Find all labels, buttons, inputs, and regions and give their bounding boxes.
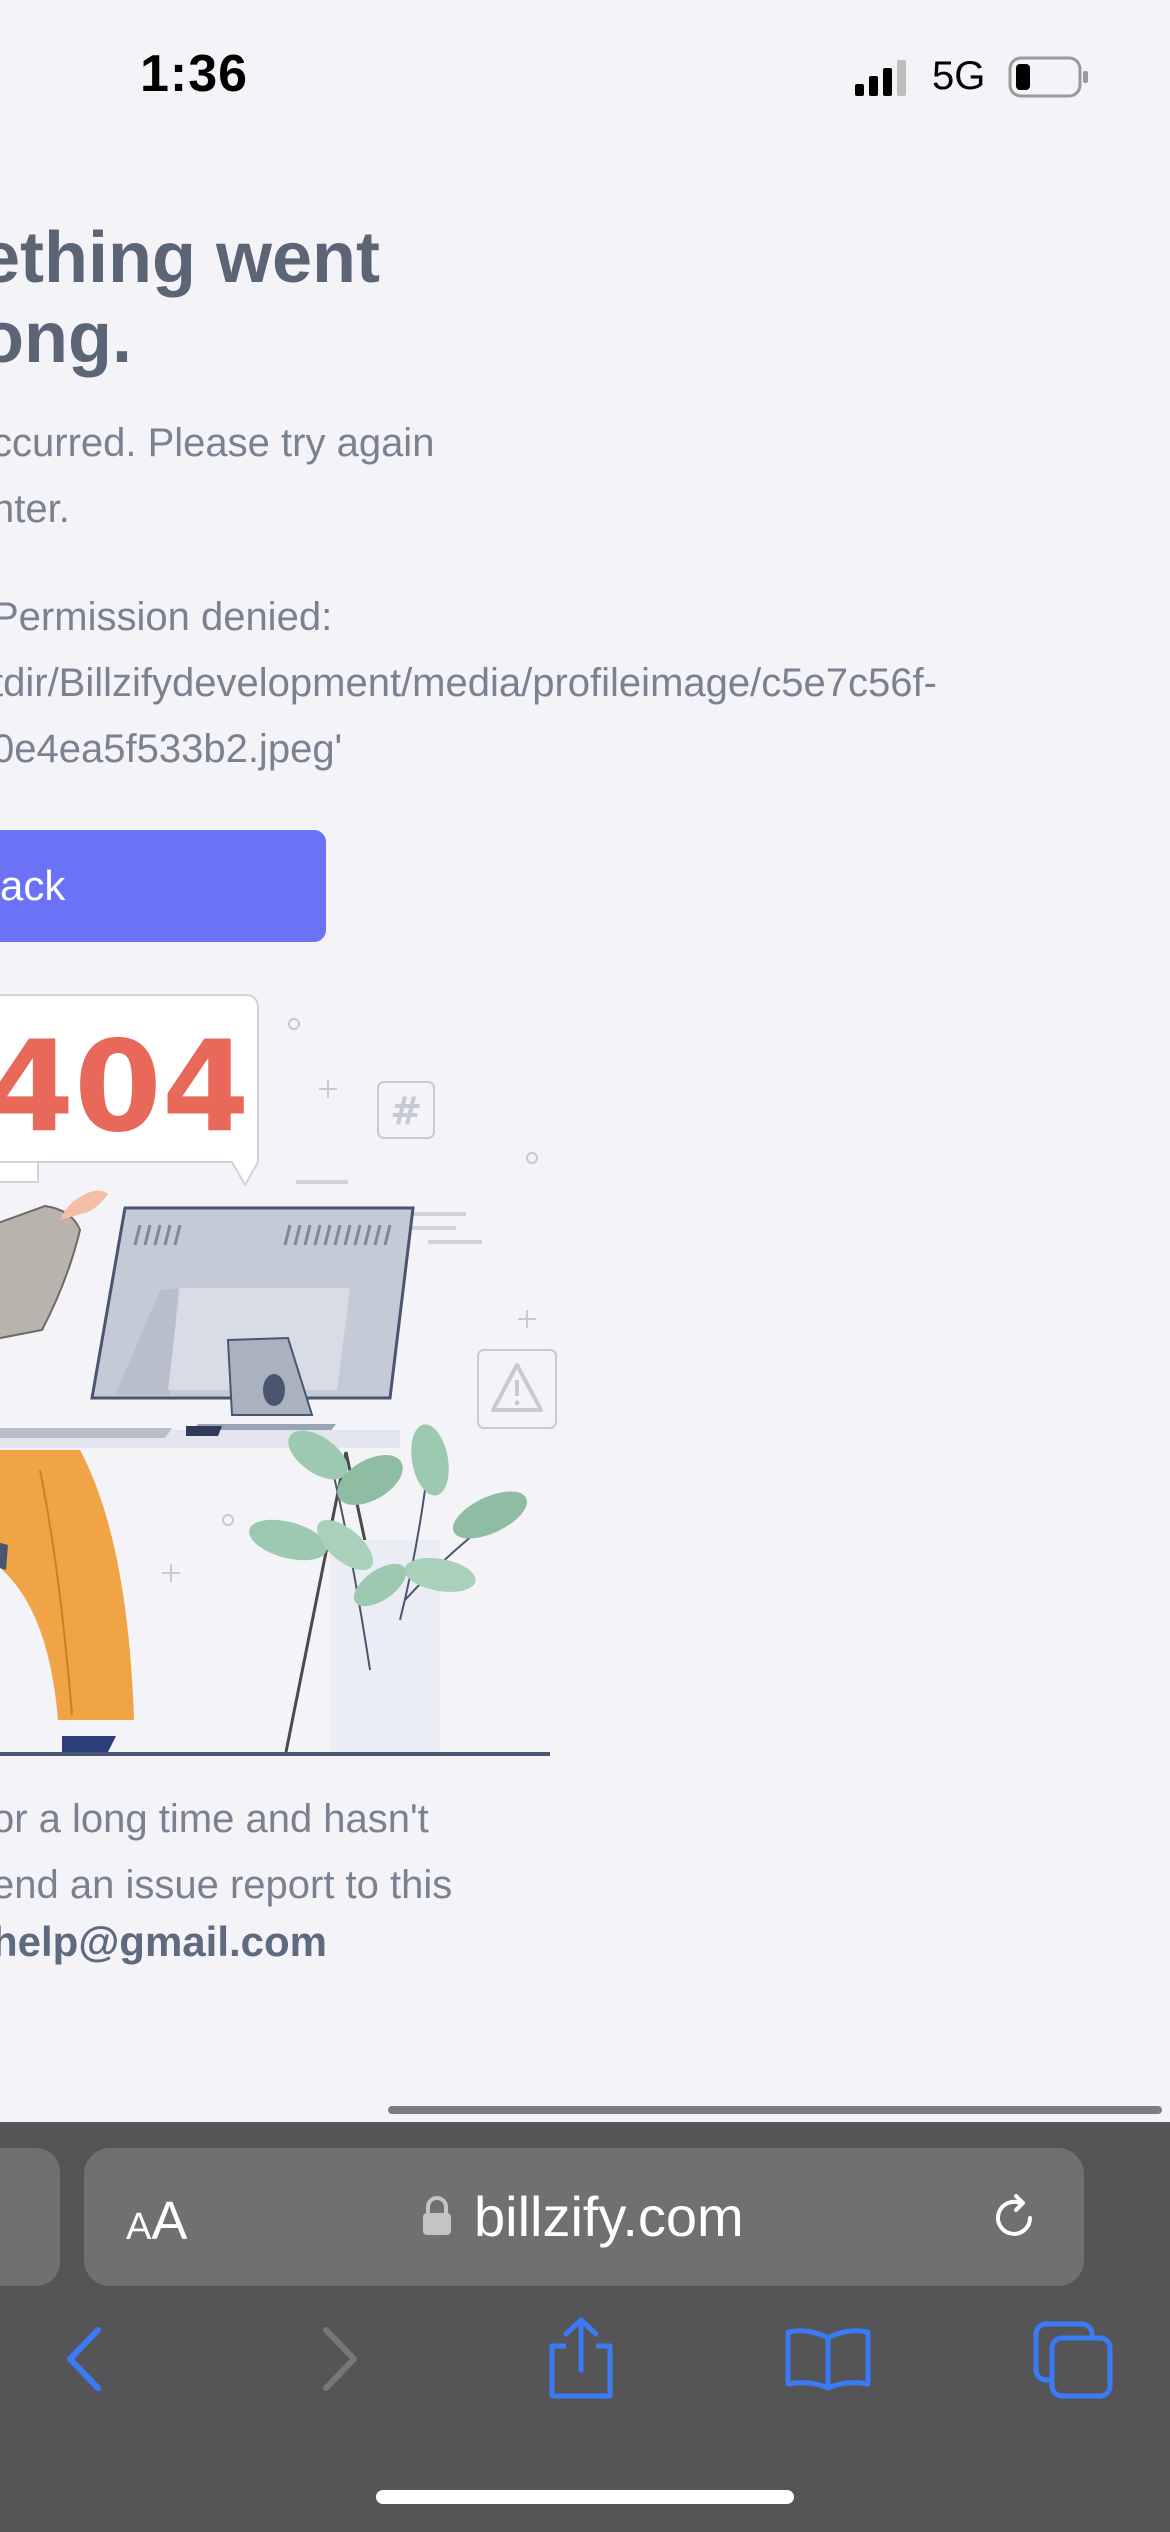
warning-icon	[477, 1349, 557, 1429]
battery-icon	[1008, 56, 1088, 98]
network-type-label: 5G	[932, 54, 986, 98]
signal-strength-icon	[855, 60, 906, 96]
error-details: Permission denied: tdir/Billzifydevelopm…	[0, 595, 937, 771]
status-time: 1:36	[140, 45, 249, 103]
lock-icon	[423, 2196, 451, 2235]
monitor	[90, 1206, 415, 1432]
back-arrow-icon[interactable]	[60, 2324, 110, 2394]
hash-icon: #	[377, 1081, 435, 1139]
error-heading: ething went ong.	[0, 218, 380, 378]
speech-bubble: 404	[0, 994, 259, 1188]
previous-tab-preview[interactable]	[0, 2148, 60, 2286]
go-back-button[interactable]: ack	[0, 830, 326, 942]
error-subtext: ccurred. Please try again nter.	[0, 421, 435, 531]
tabs-icon[interactable]	[1032, 2318, 1116, 2400]
home-indicator	[376, 2490, 794, 2504]
url-domain[interactable]: billzify.com	[474, 2184, 744, 2249]
bookmarks-icon[interactable]	[784, 2326, 872, 2392]
support-email-link[interactable]: help@gmail.com	[0, 1918, 327, 1966]
forward-arrow-icon[interactable]	[314, 2324, 364, 2394]
svg-text:#: #	[390, 1089, 422, 1133]
error-code-404: 404	[0, 1013, 250, 1160]
scroll-indicator	[388, 2106, 1162, 2114]
footer-message: or a long time and hasn't end an issue r…	[0, 1797, 453, 1907]
reload-icon[interactable]	[986, 2190, 1042, 2246]
text-size-button[interactable]: AA	[126, 2190, 187, 2252]
share-icon[interactable]	[544, 2316, 618, 2402]
plant	[249, 1424, 528, 1752]
error-404-illustration: 404 #	[0, 994, 557, 1756]
